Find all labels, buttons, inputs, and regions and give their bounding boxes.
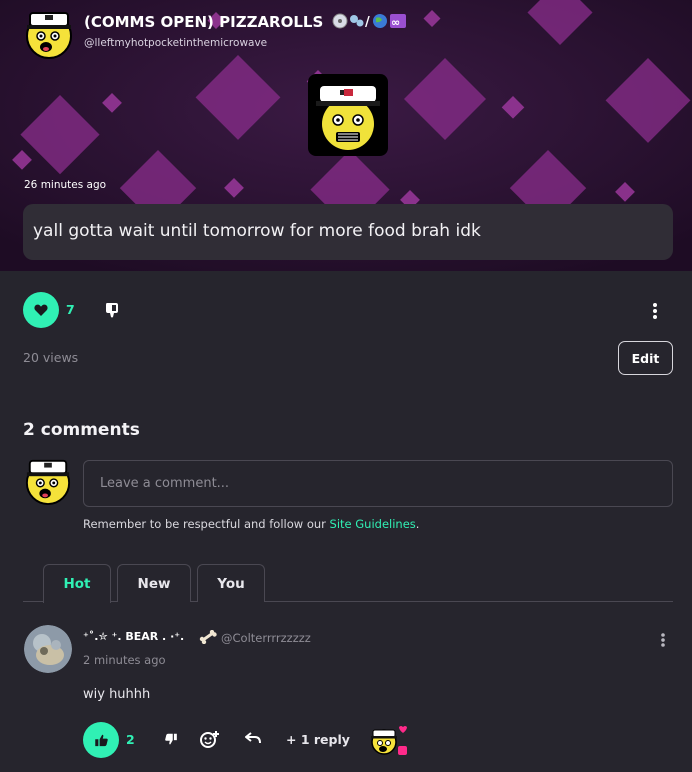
- svg-text:∞: ∞: [391, 16, 400, 29]
- tab-new[interactable]: New: [117, 564, 191, 602]
- edit-button[interactable]: Edit: [618, 341, 673, 375]
- post-image[interactable]: [308, 74, 388, 156]
- view-replies-link[interactable]: + 1 reply: [286, 732, 350, 747]
- comment-author-name[interactable]: ⁺˚.✮ ⁺. BEAR . ·⁺.: [83, 630, 184, 643]
- tab-you[interactable]: You: [197, 564, 265, 602]
- add-reaction-icon[interactable]: [200, 730, 220, 748]
- view-count: 20 views: [23, 350, 79, 365]
- comment-like-button[interactable]: [83, 722, 119, 758]
- post-author-name[interactable]: (COMMS OPEN) PIZZAROLLS / ∞: [84, 13, 410, 31]
- site-guidelines-link[interactable]: Site Guidelines: [330, 517, 416, 531]
- tab-hot[interactable]: Hot: [43, 564, 111, 603]
- post-author-handle[interactable]: @lleftmyhotpocketinthemicrowave: [84, 37, 267, 49]
- heart-icon: [34, 304, 48, 316]
- thumbs-up-icon: [94, 734, 108, 746]
- comment-timestamp: 2 minutes ago: [83, 653, 166, 667]
- comment-dislike-icon[interactable]: [164, 732, 178, 746]
- post-more-options-icon[interactable]: [650, 302, 660, 320]
- reply-avatars[interactable]: [369, 724, 411, 758]
- comment-author-handle[interactable]: @Colterrrrzzzzz: [221, 631, 311, 645]
- comment-author-avatar[interactable]: [24, 625, 72, 673]
- comment-like-count: 2: [126, 732, 135, 747]
- post-header-banner: (COMMS OPEN) PIZZAROLLS / ∞ @lleftmyhotp…: [0, 0, 692, 271]
- post-timestamp: 26 minutes ago: [24, 179, 107, 191]
- comment-avatar-image: [24, 625, 72, 673]
- current-user-avatar: [25, 459, 71, 505]
- comment-text: wiy huhhh: [83, 687, 151, 702]
- reply-arrow-icon[interactable]: [245, 731, 261, 745]
- svg-text:/: /: [365, 15, 370, 29]
- comment-more-options-icon[interactable]: [658, 632, 668, 648]
- comments-count-title: 2 comments: [23, 420, 140, 440]
- dislike-button[interactable]: [104, 301, 120, 319]
- post-text: yall gotta wait until tomorrow for more …: [23, 204, 673, 260]
- bone-icon: [199, 630, 217, 644]
- author-avatar[interactable]: [24, 9, 74, 59]
- guidelines-notice: Remember to be respectful and follow our…: [83, 517, 420, 531]
- comment-input[interactable]: [83, 460, 673, 507]
- author-emoji-icons: / ∞: [332, 13, 406, 29]
- like-button[interactable]: [23, 292, 59, 328]
- like-count: 7: [66, 302, 75, 317]
